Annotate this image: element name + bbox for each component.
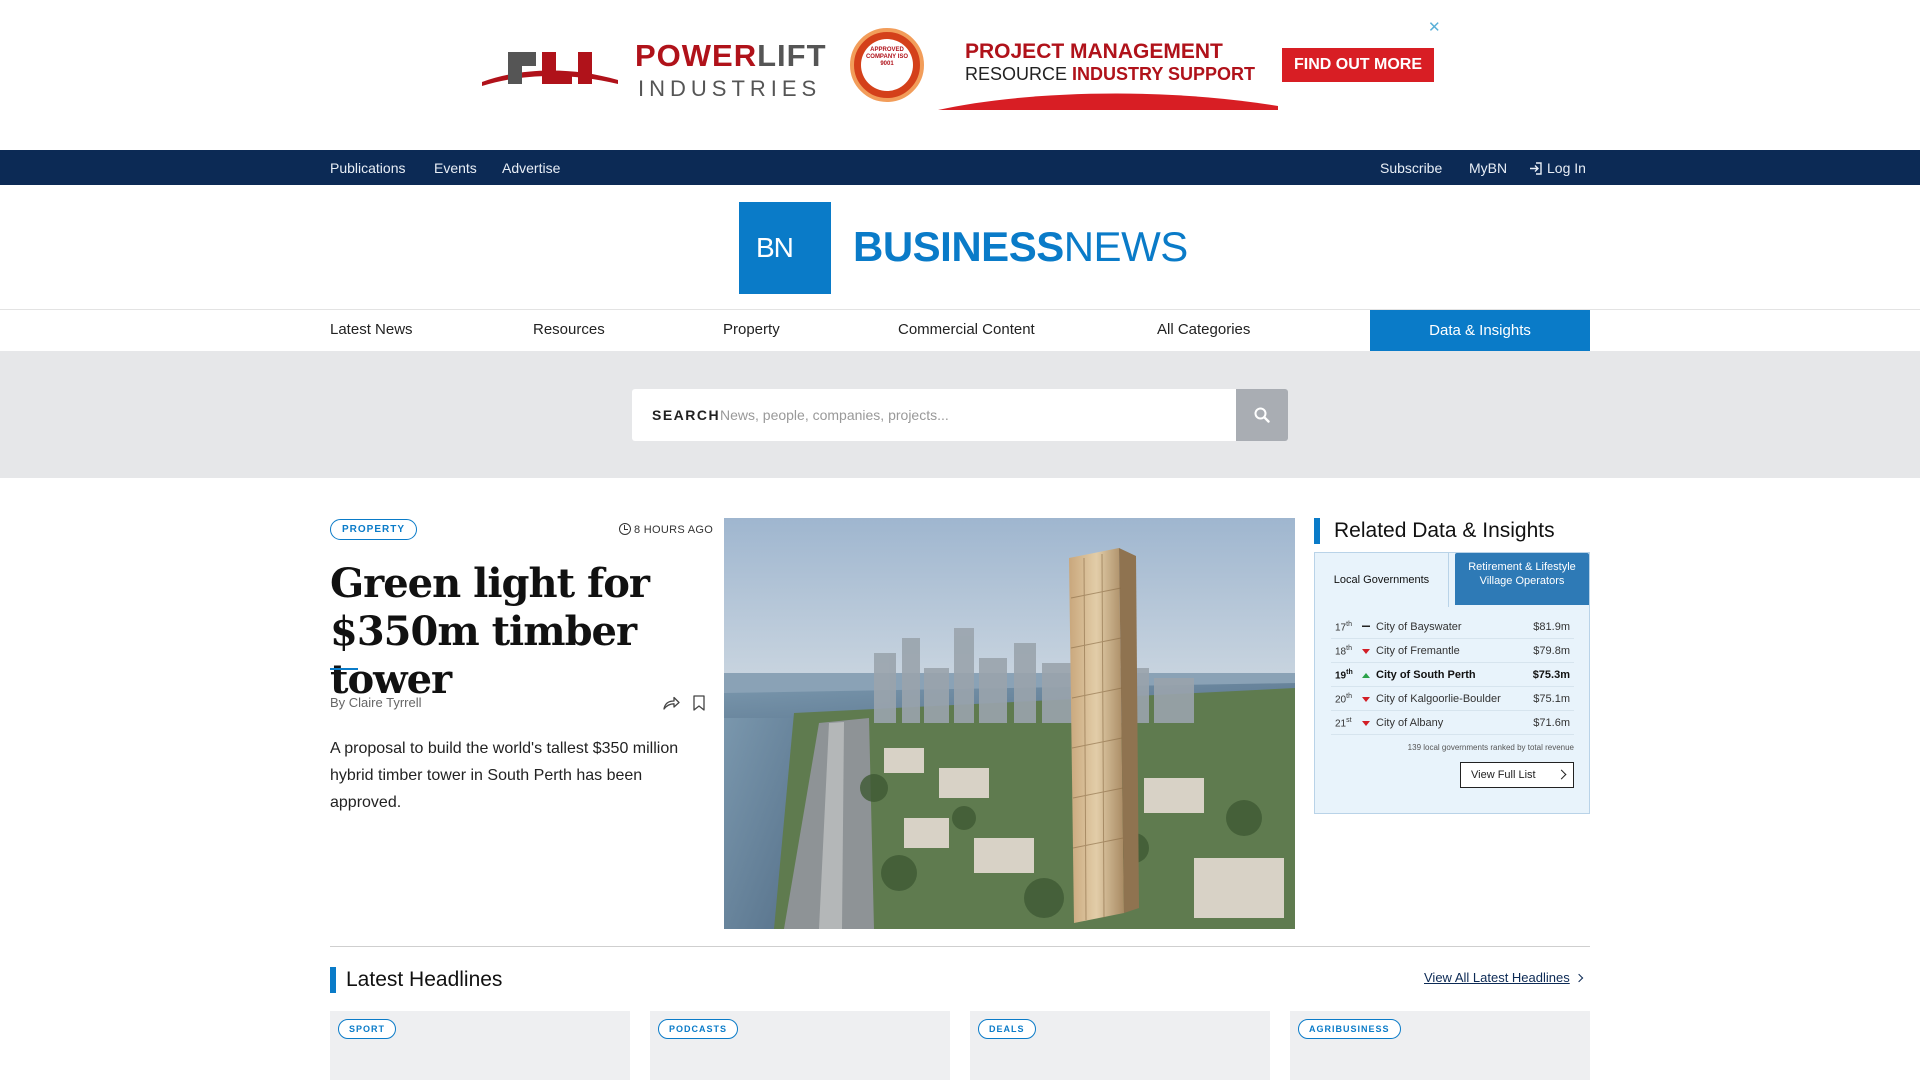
topbar-link-advertise[interactable]: Advertise	[502, 160, 560, 176]
chevron-right-icon	[1574, 973, 1583, 983]
top-utility-bar: Publications Events Advertise Subscribe …	[0, 150, 1920, 185]
topbar-link-subscribe[interactable]: Subscribe	[1380, 160, 1442, 176]
feature-category-tag[interactable]: PROPERTY	[330, 519, 418, 540]
nav-data-insights[interactable]: Data & Insights	[1370, 310, 1590, 351]
ranking-row[interactable]: 18th City of Fremantle $79.8m	[1331, 639, 1574, 663]
ranking-value: $75.3m	[1532, 669, 1570, 681]
card-category-tag[interactable]: PODCASTS	[658, 1019, 739, 1039]
ranking-value: $79.8m	[1533, 645, 1570, 657]
trend-up-icon	[1362, 673, 1370, 678]
topbar-login-link[interactable]: Log In	[1529, 160, 1586, 176]
ranking-name: City of Bayswater	[1376, 621, 1462, 633]
search-box: SEARCH	[632, 389, 1237, 441]
headline-card[interactable]: AGRIBUSINESS	[1290, 1011, 1590, 1080]
feature-headline[interactable]: Green light for $350m timber tower	[330, 560, 710, 704]
headline-card[interactable]: SPORT	[330, 1011, 630, 1080]
ranking-name: City of South Perth	[1376, 669, 1476, 681]
bn-logo-letters: BN	[756, 232, 794, 263]
rank-number: 18th	[1335, 645, 1352, 658]
card-category-tag[interactable]: SPORT	[338, 1019, 397, 1039]
ad-headline-line1: PROJECT MANAGEMENT	[965, 40, 1223, 63]
tab-retirement-lifestyle[interactable]: Retirement & Lifestyle Village Operators	[1455, 553, 1589, 605]
view-full-list-button[interactable]: View Full List	[1460, 762, 1574, 788]
search-label: SEARCH	[652, 407, 721, 423]
ad-brand-top: POWERLIFT	[635, 38, 827, 73]
timber-tower-hero-image[interactable]	[724, 518, 1295, 929]
feature-timestamp: 8 HOURS AGO	[619, 523, 713, 536]
main-navigation: Latest News Resources Property Commercia…	[0, 310, 1920, 351]
pli-logo-icon	[482, 52, 618, 86]
card-category-tag[interactable]: AGRIBUSINESS	[1298, 1019, 1401, 1039]
advertisement-banner[interactable]: POWERLIFT INDUSTRIES APPROVED COMPANY IS…	[0, 0, 1920, 150]
ranking-value: $75.1m	[1533, 693, 1570, 705]
nav-property[interactable]: Property	[723, 321, 780, 338]
card-category-tag[interactable]: DEALS	[978, 1019, 1036, 1039]
view-all-headlines-link[interactable]: View All Latest Headlines	[1424, 970, 1583, 985]
nav-all-categories[interactable]: All Categories	[1157, 321, 1250, 338]
business-news-wordmark[interactable]: BUSINESSNEWS	[853, 223, 1188, 271]
ranking-name: City of Albany	[1376, 717, 1444, 729]
login-label: Log In	[1547, 160, 1586, 176]
ranking-row[interactable]: 17th City of Bayswater $81.9m	[1331, 615, 1574, 639]
trend-same-icon	[1362, 625, 1370, 627]
ranking-name: City of Kalgoorlie-Boulder	[1376, 693, 1501, 705]
search-input[interactable]	[720, 399, 1220, 431]
ranking-footnote: 139 local governments ranked by total re…	[1407, 743, 1574, 752]
nav-resources[interactable]: Resources	[533, 321, 605, 338]
trend-down-icon	[1362, 721, 1370, 726]
trend-down-icon	[1362, 649, 1370, 654]
ad-swoosh-graphic	[938, 93, 1278, 110]
ad-headline-line2: RESOURCE INDUSTRY SUPPORT	[965, 64, 1256, 84]
view-full-list-label: View Full List	[1471, 769, 1536, 781]
topbar-link-events[interactable]: Events	[434, 160, 477, 176]
login-icon	[1530, 162, 1542, 175]
headline-card[interactable]: DEALS	[970, 1011, 1270, 1080]
ranking-row-highlighted[interactable]: 19th City of South Perth $75.3m	[1331, 663, 1574, 687]
latest-headlines-title: Latest Headlines	[330, 967, 502, 993]
ad-brand-bottom: INDUSTRIES	[638, 76, 822, 101]
search-band: SEARCH	[0, 351, 1920, 478]
iso-badge-icon: APPROVED COMPANY ISO 9001	[850, 28, 924, 102]
iso-badge-text: APPROVED COMPANY ISO 9001	[861, 39, 913, 91]
bn-logo-mark[interactable]: BN	[739, 202, 831, 294]
search-button[interactable]	[1236, 389, 1288, 441]
chevron-right-icon	[1556, 769, 1567, 780]
rank-number: 19th	[1335, 669, 1353, 682]
related-data-title: Related Data & Insights	[1314, 518, 1555, 544]
rank-number: 20th	[1335, 693, 1352, 706]
search-icon	[1254, 407, 1270, 423]
nav-latest-news[interactable]: Latest News	[330, 321, 413, 338]
ranking-name: City of Fremantle	[1376, 645, 1460, 657]
feature-summary: A proposal to build the world's tallest …	[330, 740, 679, 811]
topbar-link-publications[interactable]: Publications	[330, 160, 406, 176]
tab-local-governments[interactable]: Local Governments	[1315, 553, 1449, 607]
ad-close-icon[interactable]: ✕	[1428, 18, 1441, 36]
share-icon[interactable]	[662, 695, 680, 711]
headline-underline	[330, 668, 358, 670]
trend-down-icon	[1362, 697, 1370, 702]
site-header: BN BUSINESSNEWS	[0, 185, 1920, 310]
nav-commercial-content[interactable]: Commercial Content	[898, 321, 1035, 338]
ranking-row[interactable]: 21st City of Albany $71.6m	[1331, 711, 1574, 735]
headline-card[interactable]: PODCASTS	[650, 1011, 950, 1080]
ranking-row[interactable]: 20th City of Kalgoorlie-Boulder $75.1m	[1331, 687, 1574, 711]
bookmark-icon[interactable]	[693, 695, 705, 711]
topbar-link-mybn[interactable]: MyBN	[1469, 160, 1507, 176]
rank-number: 21st	[1335, 717, 1352, 730]
clock-icon	[619, 523, 631, 535]
section-divider	[330, 946, 1590, 947]
ranking-value: $81.9m	[1533, 621, 1570, 633]
ad-find-out-more-button[interactable]: FIND OUT MORE	[1282, 48, 1434, 82]
ranking-value: $71.6m	[1533, 717, 1570, 729]
rank-number: 17th	[1335, 621, 1352, 634]
feature-byline[interactable]: By Claire Tyrrell	[330, 695, 422, 710]
